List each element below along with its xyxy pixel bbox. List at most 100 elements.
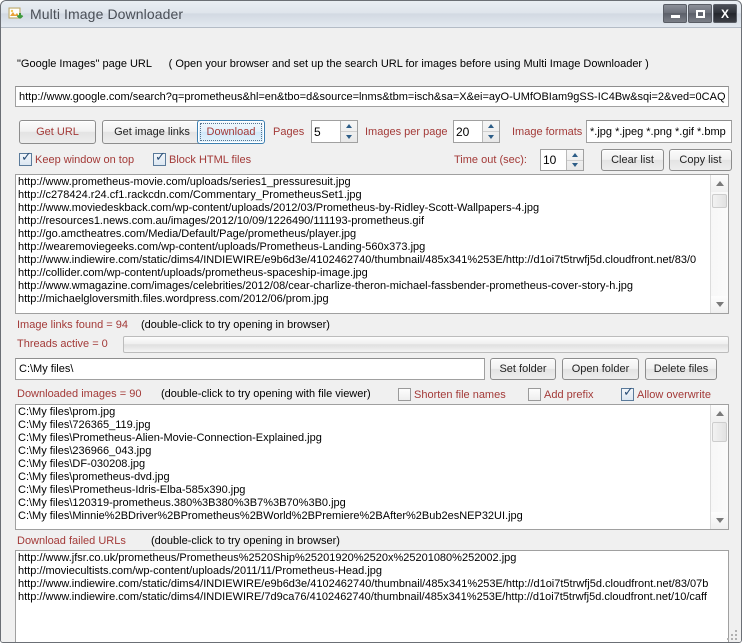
downloaded-images-hint: (double-click to try opening with file v… (161, 388, 371, 400)
chevron-down-icon (488, 135, 494, 139)
list-item[interactable]: C:\My files\Prometheus-Idris-Elba-585x39… (18, 484, 710, 497)
chevron-up-icon (488, 124, 494, 128)
image-links-rows[interactable]: http://www.prometheus-movie.com/uploads/… (16, 175, 710, 313)
clear-list-button[interactable]: Clear list (601, 149, 664, 171)
image-links-listbox[interactable]: http://www.prometheus-movie.com/uploads/… (15, 174, 729, 314)
scroll-up-button[interactable] (711, 175, 728, 192)
chevron-up-icon (572, 152, 578, 157)
check-icon: ✓ (623, 385, 634, 400)
pages-input[interactable] (312, 121, 340, 142)
list-item[interactable]: C:\My files\726365_119.jpg (18, 419, 710, 432)
scroll-thumb[interactable] (712, 422, 727, 442)
list-item[interactable]: C:\My files\Minnie%2BDriver%2BPrometheus… (18, 510, 710, 523)
timeout-spin-buttons[interactable] (566, 150, 583, 170)
copy-list-button[interactable]: Copy list (669, 149, 732, 171)
timeout-label: Time out (sec): (454, 154, 527, 166)
list-item[interactable]: http://www.moviedeskback.com/wp-content/… (18, 202, 710, 215)
pages-spin-down[interactable] (341, 132, 357, 142)
resize-grip-icon[interactable] (725, 628, 739, 642)
timeout-input[interactable] (541, 150, 566, 170)
url-label-row: "Google Images" page URL ( Open your bro… (17, 58, 649, 70)
list-item[interactable]: http://wearemoviegeeks.com/wp-content/up… (18, 241, 710, 254)
chevron-down-icon (572, 163, 578, 168)
scroll-up-button[interactable] (711, 405, 728, 422)
timeout-spin-down[interactable] (567, 161, 583, 171)
set-folder-button[interactable]: Set folder (490, 358, 556, 380)
image-formats-label: Image formats (512, 126, 583, 138)
list-item[interactable]: http://moviecultists.com/wp-content/uplo… (18, 565, 728, 578)
scroll-down-button[interactable] (711, 296, 728, 313)
title-bar[interactable]: Multi Image Downloader X (1, 1, 741, 28)
list-item[interactable]: C:\My files\Prometheus-Alien-Movie-Conne… (18, 432, 710, 445)
download-failed-urls-label: Download failed URLs (17, 535, 126, 547)
url-input[interactable] (15, 86, 729, 107)
check-icon: ✓ (21, 150, 32, 165)
scroll-track[interactable] (711, 192, 728, 296)
shorten-file-names-label: Shorten file names (414, 388, 506, 401)
chevron-up-icon (346, 124, 352, 128)
images-per-page-input[interactable] (454, 121, 482, 142)
scroll-thumb[interactable] (712, 194, 727, 208)
timeout-stepper[interactable] (540, 149, 584, 171)
client-area: "Google Images" page URL ( Open your bro… (1, 28, 741, 642)
images-per-page-stepper[interactable] (453, 120, 500, 143)
downloaded-files-rows[interactable]: C:\My files\prom.jpg C:\My files\726365_… (16, 405, 710, 529)
pages-spin-buttons[interactable] (340, 121, 357, 142)
allow-overwrite-checkbox[interactable]: ✓ Allow overwrite (621, 385, 711, 401)
checkbox-box: ✓ (19, 150, 32, 166)
list-item[interactable]: http://michaelgloversmith.files.wordpres… (18, 293, 710, 306)
keep-window-on-top-checkbox[interactable]: ✓ Keep window on top (19, 150, 134, 166)
images-per-page-spin-down[interactable] (483, 132, 499, 142)
failed-urls-listbox[interactable]: http://www.jfsr.co.uk/prometheus/Prometh… (15, 550, 729, 642)
list-item[interactable]: http://c278424.r24.cf1.rackcdn.com/Comme… (18, 189, 710, 202)
list-item[interactable]: http://www.jfsr.co.uk/prometheus/Prometh… (18, 552, 728, 565)
download-button[interactable]: Download (197, 120, 265, 144)
close-button[interactable]: X (713, 4, 737, 23)
folder-path-input[interactable] (15, 358, 485, 380)
list-item[interactable]: http://collider.com/wp-content/uploads/p… (18, 267, 710, 280)
list-item[interactable]: C:\My files\prom.jpg (18, 406, 710, 419)
chevron-down-icon (715, 518, 724, 523)
pages-spin-up[interactable] (341, 121, 357, 132)
list-item[interactable]: http://www.indiewire.com/static/dims4/IN… (18, 591, 728, 604)
threads-active-status: Threads active = 0 (17, 338, 108, 350)
checkbox-box (398, 388, 411, 401)
list-item[interactable]: C:\My files\236966_043.jpg (18, 445, 710, 458)
image-links-hint: (double-click to try opening in browser) (141, 319, 330, 331)
minimize-icon (670, 15, 680, 18)
chevron-up-icon (715, 181, 724, 186)
chevron-up-icon (715, 411, 724, 416)
list-item[interactable]: http://www.prometheus-movie.com/uploads/… (18, 176, 710, 189)
maximize-button[interactable] (688, 4, 712, 23)
delete-files-button[interactable]: Delete files (645, 358, 717, 380)
downloaded-files-scrollbar[interactable] (710, 405, 728, 529)
list-item[interactable]: http://www.indiewire.com/static/dims4/IN… (18, 578, 728, 591)
list-item[interactable]: C:\My files\DF-030208.jpg (18, 458, 710, 471)
list-item[interactable]: http://go.amctheatres.com/Media/Default/… (18, 228, 710, 241)
images-per-page-spin-buttons[interactable] (482, 121, 499, 142)
get-url-button[interactable]: Get URL (19, 120, 96, 144)
list-item[interactable]: http://www.indiewire.com/static/dims4/IN… (18, 254, 710, 267)
image-links-found-status: Image links found = 94 (17, 319, 128, 331)
image-formats-input[interactable] (586, 120, 732, 143)
list-item[interactable]: http://www.wmagazine.com/images/celebrit… (18, 280, 710, 293)
shorten-file-names-checkbox[interactable]: Shorten file names (398, 388, 506, 401)
block-html-files-checkbox[interactable]: ✓ Block HTML files (153, 151, 251, 166)
scroll-track[interactable] (711, 422, 728, 512)
pages-stepper[interactable] (311, 120, 358, 143)
list-item[interactable]: http://resources1.news.com.au/images/201… (18, 215, 710, 228)
images-per-page-spin-up[interactable] (483, 121, 499, 132)
get-image-links-button[interactable]: Get image links (102, 120, 202, 144)
list-item[interactable]: C:\My files\120319-prometheus.380%3B380%… (18, 497, 710, 510)
add-prefix-checkbox[interactable]: Add prefix (528, 388, 594, 401)
image-links-scrollbar[interactable] (710, 175, 728, 313)
list-item[interactable]: C:\My files\prometheus-dvd.jpg (18, 471, 710, 484)
add-prefix-label: Add prefix (544, 388, 594, 401)
scroll-down-button[interactable] (711, 512, 728, 529)
open-folder-button[interactable]: Open folder (562, 358, 639, 380)
minimize-button[interactable] (663, 4, 687, 23)
focus-ring (200, 123, 262, 141)
timeout-spin-up[interactable] (567, 150, 583, 161)
failed-urls-rows[interactable]: http://www.jfsr.co.uk/prometheus/Prometh… (16, 551, 728, 642)
downloaded-files-listbox[interactable]: C:\My files\prom.jpg C:\My files\726365_… (15, 404, 729, 530)
